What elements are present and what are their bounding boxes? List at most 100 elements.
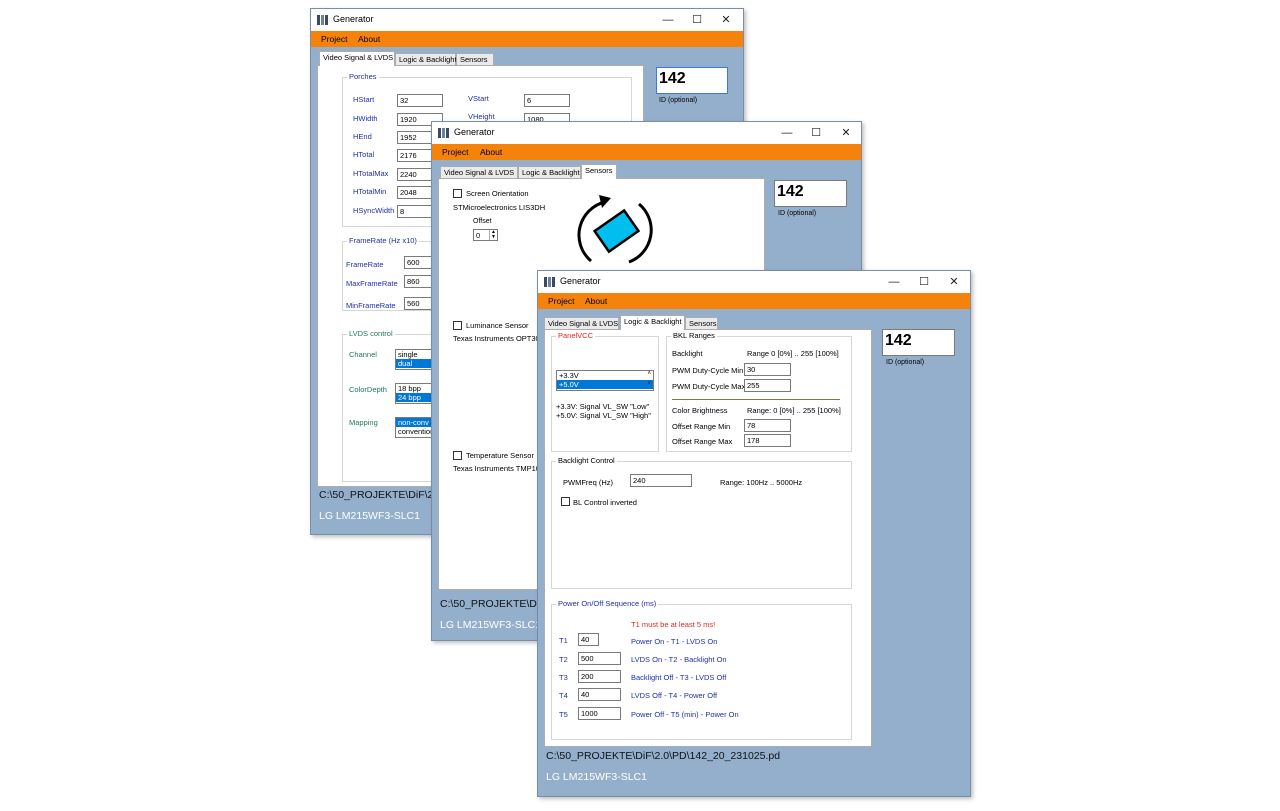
pwm-max-label: PWM Duty-Cycle Max: [672, 382, 746, 391]
field-label: HTotalMax: [353, 169, 389, 178]
maximize-icon[interactable]: ☐: [802, 124, 830, 142]
list-item[interactable]: +5.0V: [557, 380, 653, 389]
minimize-icon[interactable]: —: [773, 124, 801, 142]
project-path: C:\50_PROJEKTE\DiF\2.0\PD\142_20_231025.…: [546, 750, 781, 762]
hstart-input[interactable]: 32: [397, 94, 443, 107]
color-brightness-label: Color Brightness: [672, 406, 728, 415]
panel-model: LG LM215WF3-SLC1: [319, 510, 420, 522]
offset-max-label: Offset Range Max: [672, 437, 733, 446]
stepper-arrows-icon[interactable]: ▲ ▼: [489, 230, 497, 240]
seq-desc: Power Off - T5 (min) - Power On: [631, 710, 739, 719]
menu-about[interactable]: About: [480, 147, 502, 157]
menu-about[interactable]: About: [358, 34, 380, 44]
menu-project[interactable]: Project: [442, 147, 468, 157]
field-label: MaxFrameRate: [346, 279, 398, 288]
screen-orientation-checkbox[interactable]: [453, 189, 462, 198]
id-label: ID (optional): [886, 359, 925, 366]
t5-input[interactable]: 1000: [578, 707, 621, 720]
seq-desc: LVDS Off - T4 - Power Off: [631, 691, 718, 700]
title-bar[interactable]: Generator — ☐ ✕: [432, 122, 861, 144]
offset-stepper[interactable]: 0 ▲ ▼: [473, 229, 498, 241]
list-item[interactable]: +3.3V: [557, 371, 653, 380]
field-label: HEnd: [353, 132, 372, 141]
t1-input[interactable]: 40: [578, 633, 599, 646]
window-title: Generator: [333, 14, 374, 24]
title-bar[interactable]: Generator — ☐ ✕: [311, 9, 743, 31]
offset-min-input[interactable]: 78: [744, 419, 791, 432]
luminance-sensor-checkbox[interactable]: [453, 321, 462, 330]
app-icon: [317, 15, 328, 25]
close-icon[interactable]: ✕: [712, 11, 740, 29]
pwm-max-input[interactable]: 255: [744, 379, 791, 392]
tab-sensors[interactable]: Sensors: [685, 317, 718, 329]
menu-project[interactable]: Project: [321, 34, 347, 44]
tab-logic-backlight[interactable]: Logic & Backlight: [620, 315, 685, 330]
bl-inverted-label: BL Control inverted: [573, 498, 637, 507]
power-sequence-title: Power On/Off Sequence (ms): [556, 599, 659, 608]
seq-t-label: T1: [559, 636, 568, 645]
temperature-sensor-checkbox[interactable]: [453, 451, 462, 460]
id-input[interactable]: 142: [774, 180, 847, 207]
field-label: HStart: [353, 95, 375, 104]
close-icon[interactable]: ✕: [832, 124, 860, 142]
pwmfreq-label: PWMFreq (Hz): [563, 478, 613, 487]
tab-strip: Video Signal & LVDS Logic & Backlight Se…: [319, 51, 519, 66]
menu-bar: Project About: [311, 31, 743, 47]
chevron-up-icon[interactable]: ˄: [647, 371, 651, 377]
bkl-ranges-title: BKL Ranges: [671, 331, 717, 340]
lvds-control-title: LVDS control: [347, 329, 395, 338]
tab-video-signal[interactable]: Video Signal & LVDS: [440, 166, 518, 178]
t3-input[interactable]: 200: [578, 670, 621, 683]
field-label: VHeight: [468, 112, 495, 121]
chevron-down-icon[interactable]: ˅: [647, 381, 651, 387]
minimize-icon[interactable]: —: [880, 273, 908, 291]
menu-about[interactable]: About: [585, 296, 607, 306]
pwmfreq-input[interactable]: 240: [630, 474, 692, 487]
field-label: HWidth: [353, 114, 378, 123]
mapping-label: Mapping: [349, 418, 378, 427]
vstart-input[interactable]: 6: [524, 94, 570, 107]
tab-video-signal[interactable]: Video Signal & LVDS: [544, 317, 619, 329]
luminance-sensor-label: Luminance Sensor: [466, 321, 529, 330]
minimize-icon[interactable]: —: [654, 11, 682, 29]
id-input[interactable]: 142: [882, 329, 955, 356]
seq-t-label: T5: [559, 710, 568, 719]
backlight-range: Range 0 [0%] .. 255 [100%]: [747, 349, 839, 358]
pwm-min-input[interactable]: 30: [744, 363, 791, 376]
panelvcc-note-high: +5.0V: Signal VL_SW "High": [556, 411, 651, 420]
bl-inverted-checkbox[interactable]: [561, 497, 570, 506]
tab-logic-backlight[interactable]: Logic & Backlight: [395, 53, 457, 65]
panel-model: LG LM215WF3-SLC1: [546, 771, 647, 783]
porches-title: Porches: [347, 72, 379, 81]
pwmfreq-range: Range: 100Hz .. 5000Hz: [720, 478, 803, 487]
tab-sensors[interactable]: Sensors: [581, 164, 617, 179]
panel-model: LG LM215WF3-SLC1: [440, 619, 541, 631]
field-label: MinFrameRate: [346, 301, 396, 310]
maximize-icon[interactable]: ☐: [910, 273, 938, 291]
id-input[interactable]: 142: [656, 67, 728, 94]
maximize-icon[interactable]: ☐: [683, 11, 711, 29]
menu-project[interactable]: Project: [548, 296, 574, 306]
title-bar[interactable]: Generator — ☐ ✕: [538, 271, 970, 293]
tab-logic-backlight[interactable]: Logic & Backlight: [518, 166, 581, 178]
seq-warning: T1 must be at least 5 ms!: [631, 620, 716, 629]
close-icon[interactable]: ✕: [940, 273, 968, 291]
panelvcc-listbox[interactable]: +3.3V +5.0V ˄ ˅: [556, 370, 654, 391]
logic-tab-panel: PanelVCC +3.3V +5.0V ˄ ˅ +3.3V: Signal V…: [544, 329, 872, 747]
field-label: HTotal: [353, 150, 375, 159]
seq-t-label: T4: [559, 691, 568, 700]
screen-orientation-label: Screen Orientation: [466, 189, 529, 198]
tab-video-signal[interactable]: Video Signal & LVDS: [319, 51, 395, 66]
bkl-ranges-group: BKL Ranges Backlight Range 0 [0%] .. 255…: [666, 331, 852, 452]
window-title: Generator: [454, 127, 495, 137]
tab-sensors[interactable]: Sensors: [456, 53, 494, 65]
temperature-chip-label: Texas Instruments TMP102: [453, 464, 545, 473]
panelvcc-title: PanelVCC: [556, 331, 596, 340]
project-path: C:\50_PROJEKTE\D: [440, 598, 537, 610]
seq-desc: LVDS On - T2 - Backlight On: [631, 655, 727, 664]
seq-desc: Power On - T1 - LVDS On: [631, 637, 718, 646]
t4-input[interactable]: 40: [578, 688, 621, 701]
seq-t-label: T2: [559, 655, 568, 664]
offset-max-input[interactable]: 178: [744, 434, 791, 447]
t2-input[interactable]: 500: [578, 652, 621, 665]
